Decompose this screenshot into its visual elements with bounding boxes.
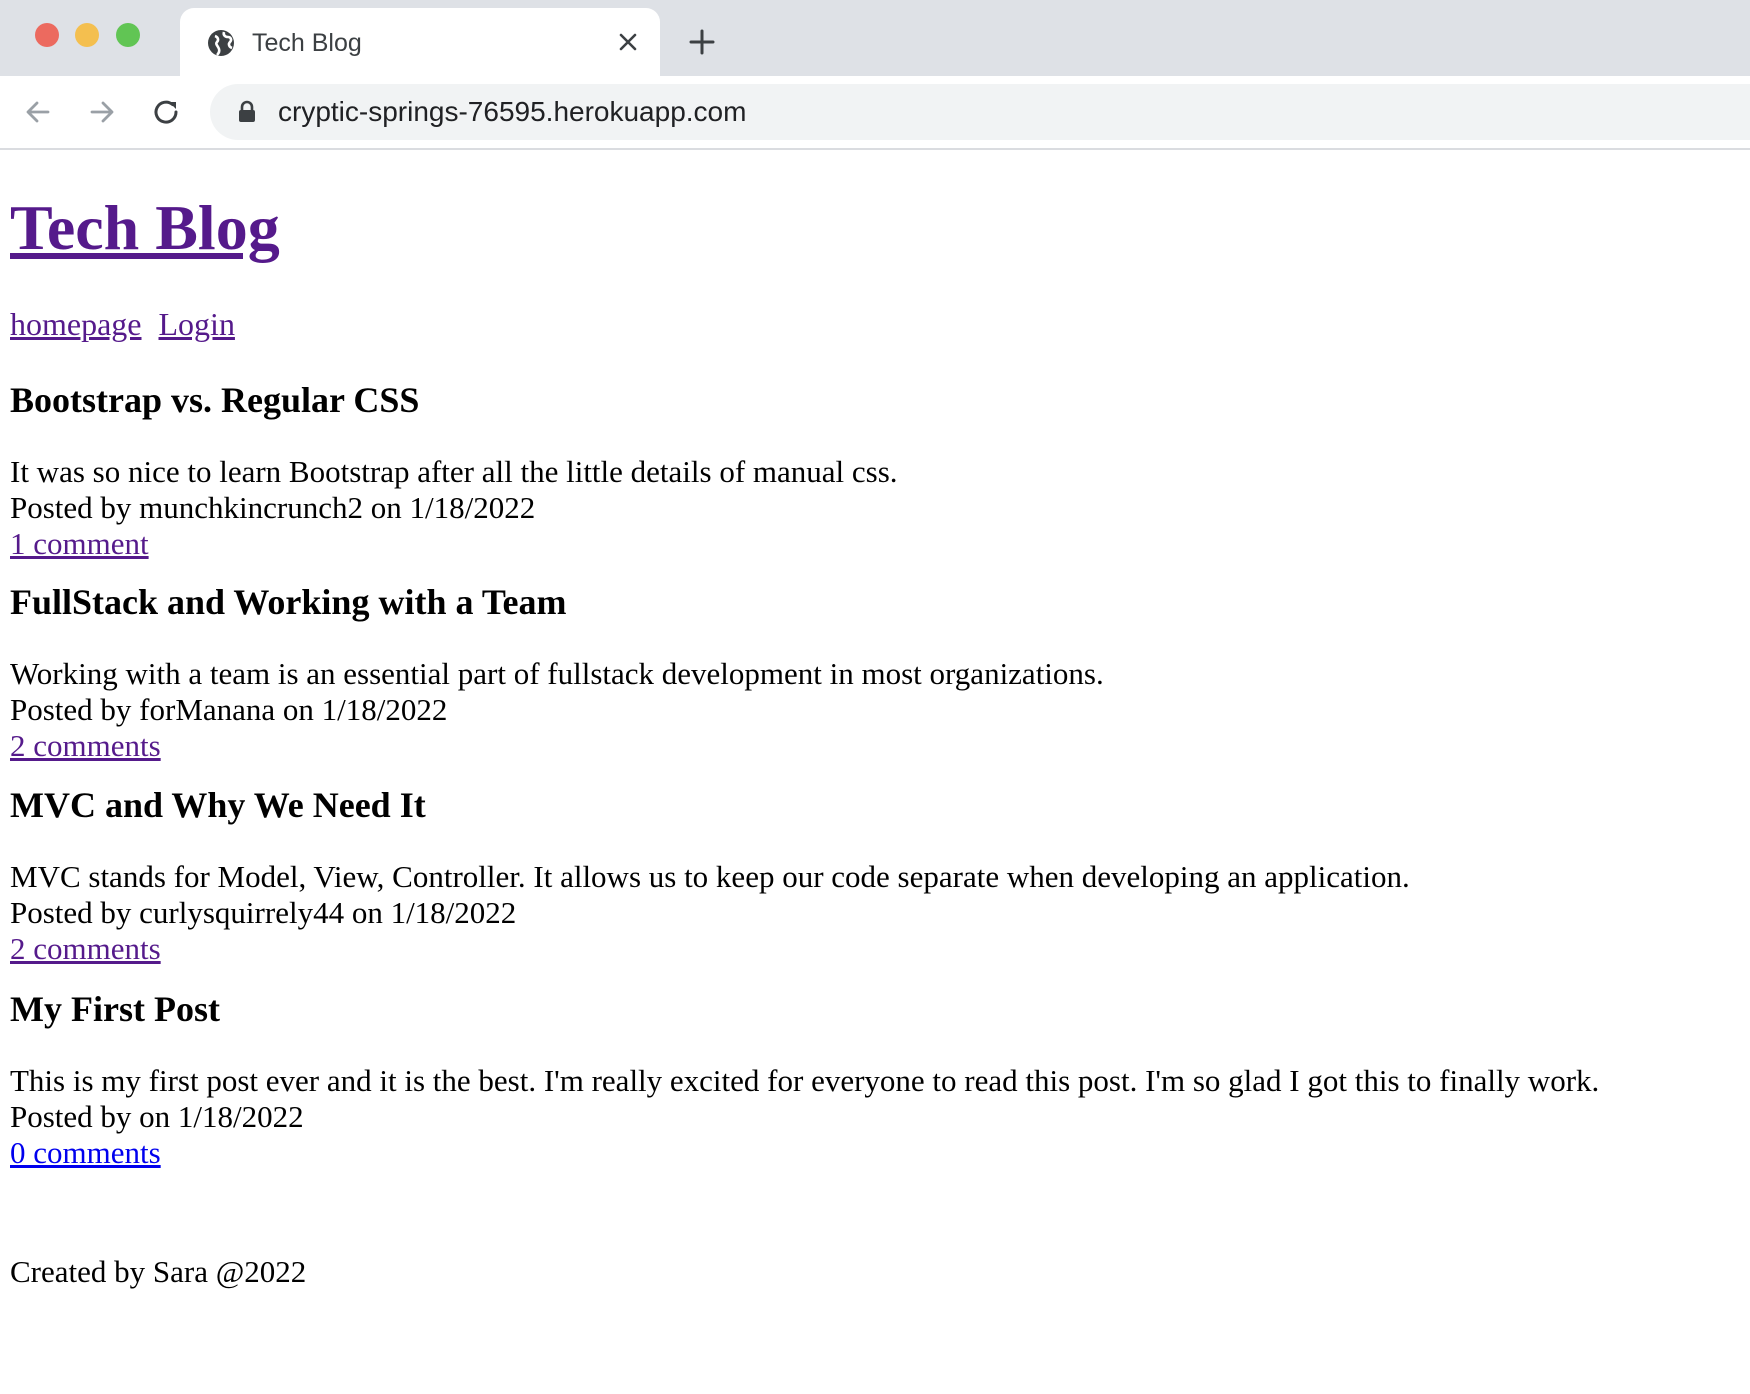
arrow-right-icon[interactable] — [84, 94, 120, 130]
plus-icon[interactable] — [686, 26, 718, 58]
browser-toolbar: cryptic-springs-76595.herokuapp.com — [0, 76, 1750, 150]
post-comments-link[interactable]: 0 comments — [10, 1135, 161, 1171]
address-url[interactable]: cryptic-springs-76595.herokuapp.com — [278, 96, 746, 128]
post-title: My First Post — [10, 989, 220, 1029]
post-meta: Posted by on 1/18/2022 — [10, 1099, 304, 1134]
window-minimize-button[interactable] — [75, 23, 99, 47]
page-footer: Created by Sara @2022 — [10, 1254, 307, 1289]
browser-tab[interactable]: Tech Blog — [180, 8, 660, 76]
post-comments-link[interactable]: 2 comments — [10, 728, 161, 764]
site-nav: homepage Login — [10, 306, 235, 342]
close-icon[interactable] — [613, 27, 643, 57]
post-body: MVC stands for Model, View, Controller. … — [10, 859, 1410, 894]
post-card: MVC and Why We Need It MVC stands for Mo… — [10, 785, 1730, 967]
post-body: It was so nice to learn Bootstrap after … — [10, 454, 898, 489]
post-comments-link[interactable]: 2 comments — [10, 931, 161, 967]
post-title: MVC and Why We Need It — [10, 785, 426, 825]
post-card: My First Post This is my first post ever… — [10, 989, 1730, 1171]
post-meta: Posted by forManana on 1/18/2022 — [10, 692, 448, 727]
post-body: This is my first post ever and it is the… — [10, 1063, 1600, 1098]
post-title: Bootstrap vs. Regular CSS — [10, 380, 420, 420]
window-close-button[interactable] — [35, 23, 59, 47]
browser-tab-strip: Tech Blog — [0, 0, 1750, 76]
post-card: FullStack and Working with a Team Workin… — [10, 582, 1730, 764]
post-title: FullStack and Working with a Team — [10, 582, 567, 622]
site-title-link[interactable]: Tech Blog — [10, 192, 280, 263]
nav-link-login[interactable]: Login — [159, 306, 235, 342]
window-maximize-button[interactable] — [116, 23, 140, 47]
tab-title: Tech Blog — [252, 29, 362, 57]
post-comments-link[interactable]: 1 comment — [10, 526, 149, 562]
post-body: Working with a team is an essential part… — [10, 656, 1104, 691]
arrow-left-icon[interactable] — [20, 94, 56, 130]
page-title: Tech Blog — [10, 190, 280, 266]
lock-icon[interactable] — [236, 100, 258, 124]
address-bar[interactable]: cryptic-springs-76595.herokuapp.com — [210, 84, 1750, 140]
post-meta: Posted by munchkincrunch2 on 1/18/2022 — [10, 490, 536, 525]
reload-icon[interactable] — [148, 94, 184, 130]
post-meta: Posted by curlysquirrely44 on 1/18/2022 — [10, 895, 517, 930]
post-card: Bootstrap vs. Regular CSS It was so nice… — [10, 380, 1730, 562]
nav-link-homepage[interactable]: homepage — [10, 306, 142, 342]
globe-icon — [208, 30, 234, 56]
